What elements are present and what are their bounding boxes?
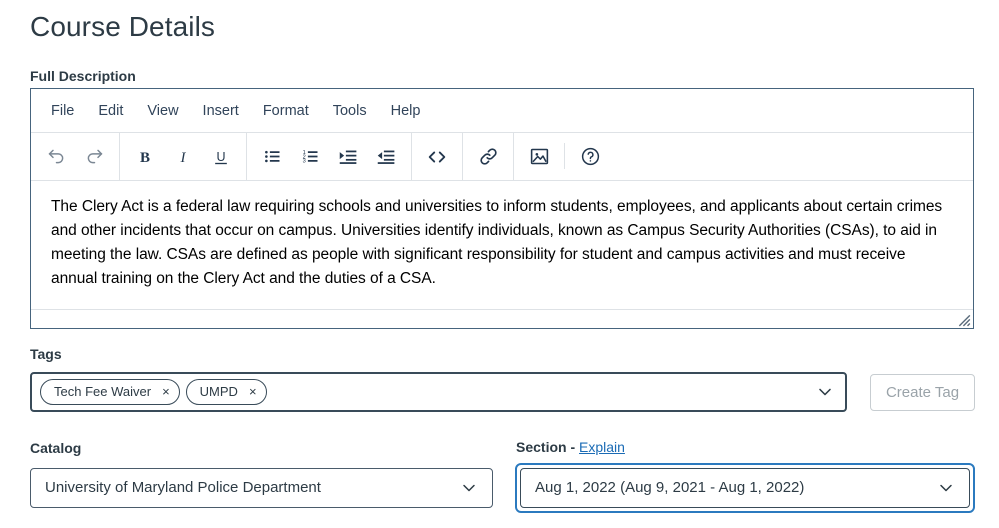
- menu-help[interactable]: Help: [379, 98, 433, 124]
- menu-edit[interactable]: Edit: [86, 98, 135, 124]
- toolbar-divider: [564, 143, 565, 169]
- tag-chip[interactable]: Tech Fee Waiver ×: [40, 379, 180, 405]
- bold-button[interactable]: B: [126, 134, 164, 180]
- catalog-label: Catalog: [30, 440, 82, 456]
- resize-handle-icon[interactable]: [957, 313, 971, 327]
- editor-content-area[interactable]: The Clery Act is a federal law requiring…: [31, 181, 973, 309]
- chevron-down-icon[interactable]: [815, 382, 835, 402]
- bullet-list-button[interactable]: [253, 134, 291, 180]
- editor-paragraph: The Clery Act is a federal law requiring…: [51, 198, 943, 287]
- source-code-button[interactable]: [418, 134, 456, 180]
- menu-format[interactable]: Format: [251, 98, 321, 124]
- link-button[interactable]: [469, 134, 507, 180]
- menu-insert[interactable]: Insert: [191, 98, 251, 124]
- help-icon: [581, 147, 599, 166]
- image-button[interactable]: [520, 134, 558, 180]
- svg-text:I: I: [180, 150, 187, 166]
- bold-icon: B: [140, 150, 150, 166]
- underline-button[interactable]: U: [202, 134, 240, 180]
- redo-icon: [87, 149, 102, 164]
- tag-chip-label: UMPD: [199, 384, 238, 399]
- source-code-icon: [428, 151, 446, 162]
- redo-button[interactable]: [75, 134, 113, 180]
- increase-indent-button[interactable]: [329, 134, 367, 180]
- section-selected-value: Aug 1, 2022 (Aug 9, 2021 - Aug 1, 2022): [535, 479, 805, 496]
- section-label-text: Section -: [516, 439, 580, 455]
- toolbar-group-code: [412, 133, 463, 180]
- italic-icon: I: [180, 150, 187, 166]
- rich-text-editor: File Edit View Insert Format Tools Help: [30, 88, 974, 329]
- italic-button[interactable]: I: [164, 134, 202, 180]
- section-select[interactable]: Aug 1, 2022 (Aug 9, 2021 - Aug 1, 2022): [520, 468, 970, 508]
- tag-chip-label: Tech Fee Waiver: [54, 384, 152, 399]
- svg-text:3: 3: [302, 159, 305, 165]
- decrease-indent-button[interactable]: [367, 134, 405, 180]
- menu-view[interactable]: View: [135, 98, 190, 124]
- help-button[interactable]: [571, 134, 609, 180]
- catalog-select[interactable]: University of Maryland Police Department: [30, 468, 493, 508]
- svg-text:U: U: [216, 150, 225, 164]
- create-tag-button[interactable]: Create Tag: [870, 374, 975, 411]
- image-icon: [530, 148, 548, 165]
- chevron-down-icon[interactable]: [936, 478, 956, 498]
- toolbar-group-lists: 1 2 3: [247, 133, 412, 180]
- explain-link[interactable]: Explain: [579, 439, 625, 455]
- toolbar-group-media: [514, 133, 615, 180]
- underline-icon: U: [215, 150, 227, 164]
- chevron-down-icon[interactable]: [459, 478, 479, 498]
- editor-toolbar: B I U 1 2 3: [31, 133, 973, 181]
- svg-text:B: B: [140, 150, 150, 166]
- undo-button[interactable]: [37, 134, 75, 180]
- remove-tag-icon[interactable]: ×: [249, 385, 257, 399]
- decrease-indent-icon: [377, 150, 394, 164]
- numbered-list-icon: 1 2 3: [302, 150, 317, 165]
- remove-tag-icon[interactable]: ×: [162, 385, 170, 399]
- menu-tools[interactable]: Tools: [321, 98, 379, 124]
- toolbar-group-format: B I U: [120, 133, 247, 180]
- link-icon: [479, 148, 497, 165]
- toolbar-group-link: [463, 133, 514, 180]
- page-title: Course Details: [30, 11, 216, 42]
- increase-indent-icon: [339, 150, 356, 164]
- editor-menubar: File Edit View Insert Format Tools Help: [31, 89, 973, 133]
- toolbar-group-history: [31, 133, 120, 180]
- tag-chip[interactable]: UMPD ×: [185, 379, 267, 405]
- tags-combobox[interactable]: Tech Fee Waiver × UMPD ×: [30, 372, 847, 412]
- bullet-list-icon: [264, 150, 279, 163]
- catalog-selected-value: University of Maryland Police Department: [45, 479, 321, 496]
- editor-status-bar: [31, 309, 973, 328]
- undo-icon: [48, 149, 63, 164]
- full-description-label: Full Description: [30, 68, 136, 84]
- numbered-list-button[interactable]: 1 2 3: [291, 134, 329, 180]
- menu-file[interactable]: File: [39, 98, 86, 124]
- section-label: Section - Explain: [516, 439, 625, 455]
- tags-label: Tags: [30, 346, 62, 362]
